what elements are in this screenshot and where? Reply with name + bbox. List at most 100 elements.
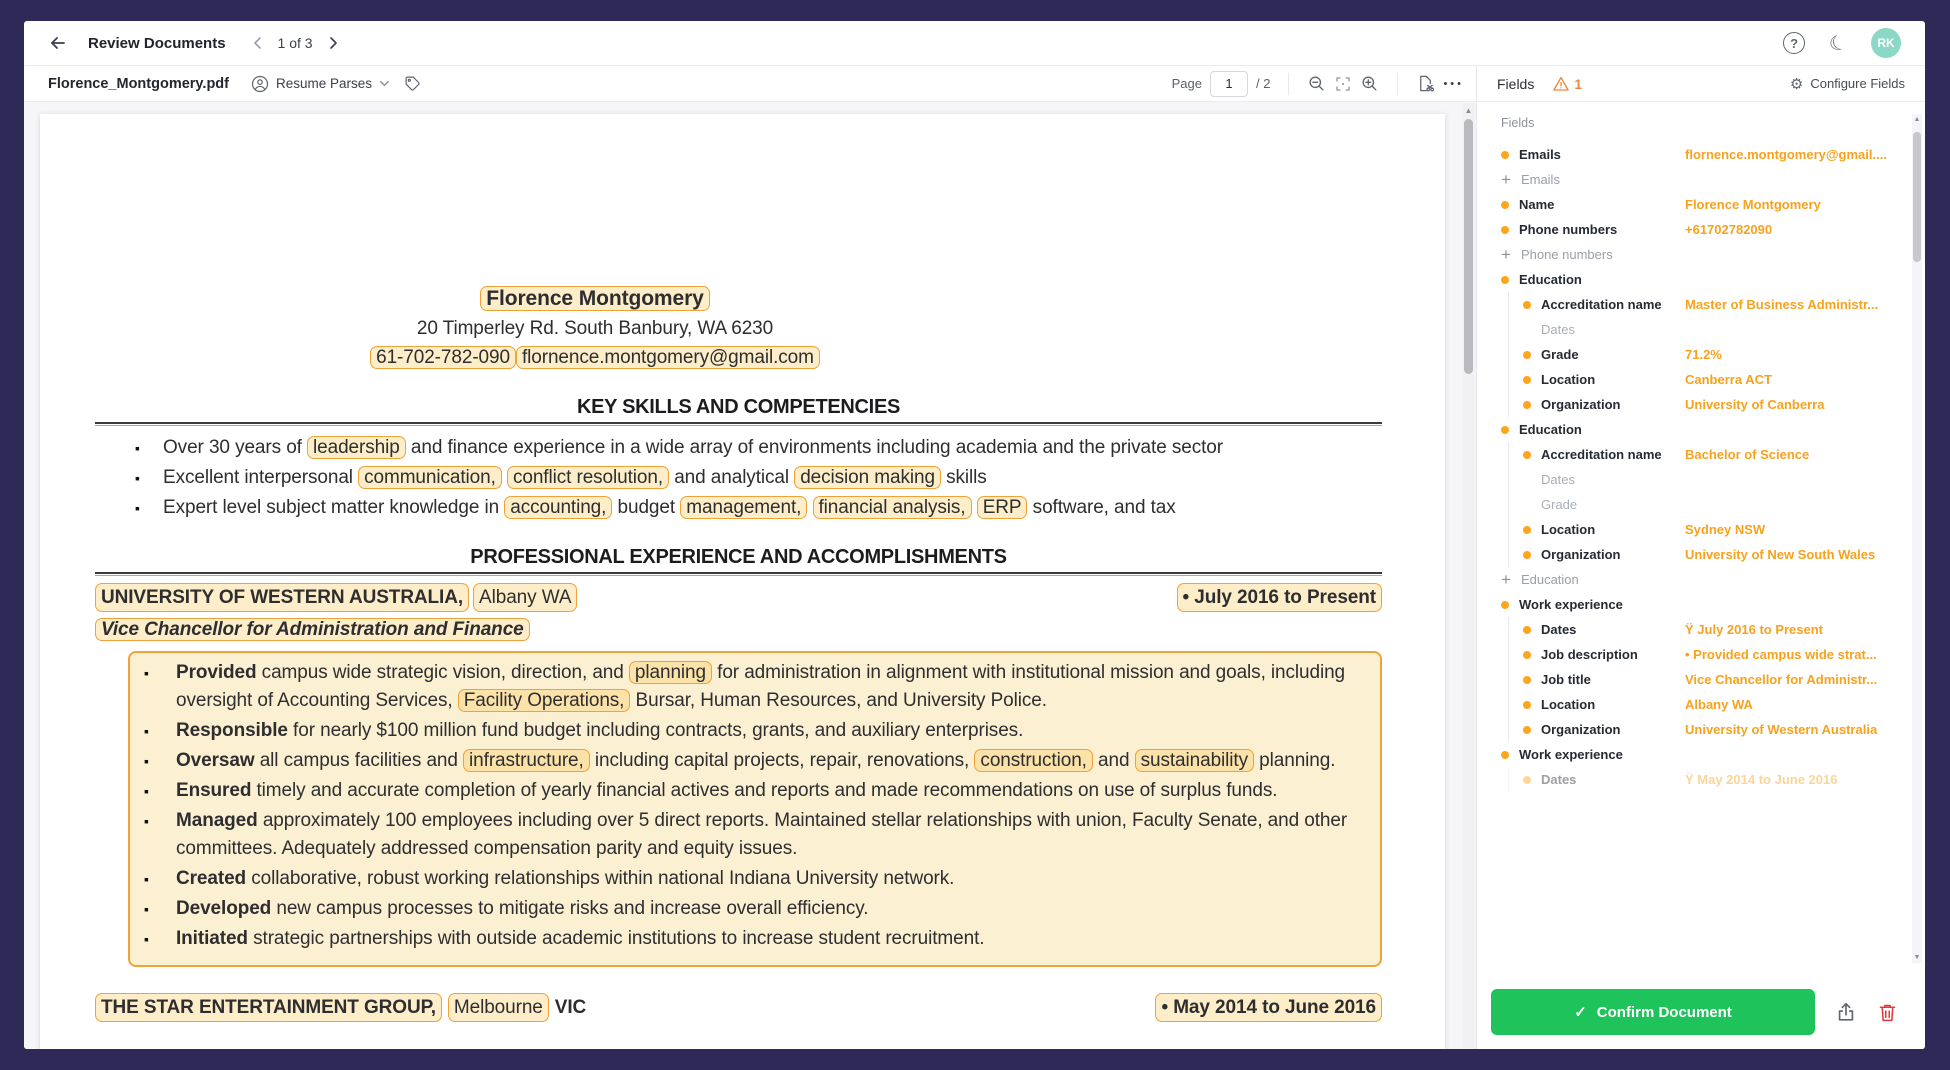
field-group-row[interactable]: Education [1477,267,1925,292]
highlighted-text[interactable]: accounting, [504,496,612,519]
field-value[interactable]: Sydney NSW [1685,522,1899,537]
job-title-annotation[interactable]: Vice Chancellor for Administration and F… [95,618,530,641]
fit-to-screen-icon[interactable] [1334,75,1352,93]
field-row[interactable]: Phone numbers+61702782090 [1477,217,1925,242]
field-group-row[interactable]: Work experience [1477,592,1925,617]
divider [1397,73,1398,95]
scroll-down-icon[interactable]: ▼ [1912,954,1922,961]
field-row[interactable]: LocationCanberra ACT [1477,367,1925,392]
field-value[interactable]: Vice Chancellor for Administr... [1685,672,1899,687]
dates-annotation[interactable]: • July 2016 to Present [1177,583,1383,612]
field-value[interactable]: Ÿ July 2016 to Present [1685,622,1899,637]
validation-warning-badge[interactable]: 1 [1552,75,1582,93]
delete-icon[interactable] [1877,1002,1898,1023]
field-value[interactable]: 71.2% [1685,347,1899,362]
field-row[interactable]: NameFlorence Montgomery [1477,192,1925,217]
email-annotation[interactable]: flornence.montgomery@gmail.com [516,346,820,369]
field-row[interactable]: LocationSydney NSW [1477,517,1925,542]
viewer-scrollbar[interactable]: ▲ [1462,103,1475,1048]
field-value[interactable]: +61702782090 [1685,222,1899,237]
add-field-row[interactable]: Phone numbers [1477,242,1925,267]
field-value[interactable]: • Provided campus wide strat... [1685,647,1899,662]
field-row[interactable]: Grade [1477,492,1925,517]
tag-icon[interactable] [404,75,421,92]
organization-annotation[interactable]: UNIVERSITY OF WESTERN AUSTRALIA, [95,583,469,612]
highlighted-text[interactable]: financial analysis, [813,496,972,519]
avatar[interactable]: RK [1871,28,1901,58]
fields-section-label: Fields [1477,116,1925,142]
highlighted-text[interactable]: infrastructure, [463,749,590,772]
highlighted-text[interactable]: communication, [358,466,502,489]
split-document-icon[interactable] [1416,74,1435,93]
scrollbar-thumb[interactable] [1464,119,1473,374]
phone-annotation[interactable]: 61-702-782-090 [370,346,516,369]
highlighted-text[interactable]: Facility Operations, [458,689,631,712]
field-group-row[interactable]: Work experience [1477,742,1925,767]
job-description-annotation[interactable]: Provided campus wide strategic vision, d… [128,651,1382,967]
configure-fields-button[interactable]: ⚙ Configure Fields [1790,75,1905,93]
assignee-selector[interactable]: Resume Parses [251,75,390,93]
field-row[interactable]: Emails flornence.montgomery@gmail.... [1477,142,1925,167]
field-row[interactable]: Dates [1477,467,1925,492]
field-row[interactable]: DatesŸ May 2014 to June 2016 [1477,767,1925,792]
add-field-row[interactable]: Emails [1477,167,1925,192]
highlighted-text[interactable]: decision making [794,466,941,489]
more-options-icon[interactable]: ••• [1443,78,1464,90]
export-icon[interactable] [1835,1001,1857,1023]
page-number-input[interactable] [1210,71,1248,97]
add-field-row[interactable]: Education [1477,567,1925,592]
highlighted-text[interactable]: planning [629,661,712,684]
field-status-dot [1523,676,1531,684]
field-value[interactable]: Ÿ May 2014 to June 2016 [1685,772,1899,787]
highlighted-text[interactable]: leadership [307,436,406,459]
scrollbar-thumb[interactable] [1913,132,1921,262]
organization-annotation[interactable]: THE STAR ENTERTAINMENT GROUP, [95,993,442,1022]
location-annotation[interactable]: Melbourne [448,993,549,1022]
confirm-document-button[interactable]: ✓ Confirm Document [1491,989,1815,1035]
field-value[interactable]: University of Canberra [1685,397,1899,412]
field-status-dot [1501,276,1509,284]
field-label: Emails [1519,147,1561,162]
field-row[interactable]: OrganizationUniversity of Canberra [1477,392,1925,417]
zoom-in-icon[interactable] [1360,74,1379,93]
help-glyph: ? [1783,32,1805,54]
dark-mode-icon[interactable]: ☾ [1826,28,1851,57]
next-document-icon[interactable] [327,37,339,49]
field-value[interactable]: Bachelor of Science [1685,447,1899,462]
field-value[interactable]: flornence.montgomery@gmail.... [1685,147,1899,162]
highlighted-text[interactable]: conflict resolution, [507,466,669,489]
field-value[interactable]: Albany WA [1685,697,1899,712]
scroll-up-icon[interactable]: ▲ [1462,106,1475,115]
field-value[interactable]: Master of Business Administr... [1685,297,1899,312]
highlighted-text[interactable]: management, [680,496,807,519]
field-row[interactable]: Accreditation nameMaster of Business Adm… [1477,292,1925,317]
field-row[interactable]: Grade71.2% [1477,342,1925,367]
location-annotation[interactable]: Albany WA [473,583,577,612]
field-row[interactable]: LocationAlbany WA [1477,692,1925,717]
help-icon[interactable]: ? [1783,32,1805,54]
back-arrow-icon[interactable] [48,33,68,53]
field-row[interactable]: DatesŸ July 2016 to Present [1477,617,1925,642]
field-row[interactable]: Job titleVice Chancellor for Administr..… [1477,667,1925,692]
highlighted-text[interactable]: ERP [977,496,1028,519]
highlighted-text[interactable]: sustainability [1135,749,1254,772]
skills-list: Over 30 years of leadership and finance … [95,434,1382,522]
field-value[interactable]: Canberra ACT [1685,372,1899,387]
field-row[interactable]: Accreditation nameBachelor of Science [1477,442,1925,467]
field-value[interactable]: University of Western Australia [1685,722,1899,737]
field-value[interactable]: University of New South Wales [1685,547,1899,562]
sidebar-scrollbar[interactable]: ▲ ▼ [1912,114,1922,963]
tab-fields[interactable]: Fields [1497,76,1534,92]
scroll-up-icon[interactable]: ▲ [1912,116,1922,123]
field-row[interactable]: OrganizationUniversity of Western Austra… [1477,717,1925,742]
field-value[interactable]: Florence Montgomery [1685,197,1899,212]
dates-annotation[interactable]: • May 2014 to June 2016 [1155,993,1382,1022]
field-row[interactable]: Dates [1477,317,1925,342]
field-row[interactable]: Job description• Provided campus wide st… [1477,642,1925,667]
highlighted-text[interactable]: construction, [974,749,1092,772]
field-group-row[interactable]: Education [1477,417,1925,442]
prev-document-icon[interactable] [252,37,264,49]
zoom-out-icon[interactable] [1307,74,1326,93]
field-row[interactable]: OrganizationUniversity of New South Wale… [1477,542,1925,567]
name-annotation[interactable]: Florence Montgomery [480,286,709,311]
